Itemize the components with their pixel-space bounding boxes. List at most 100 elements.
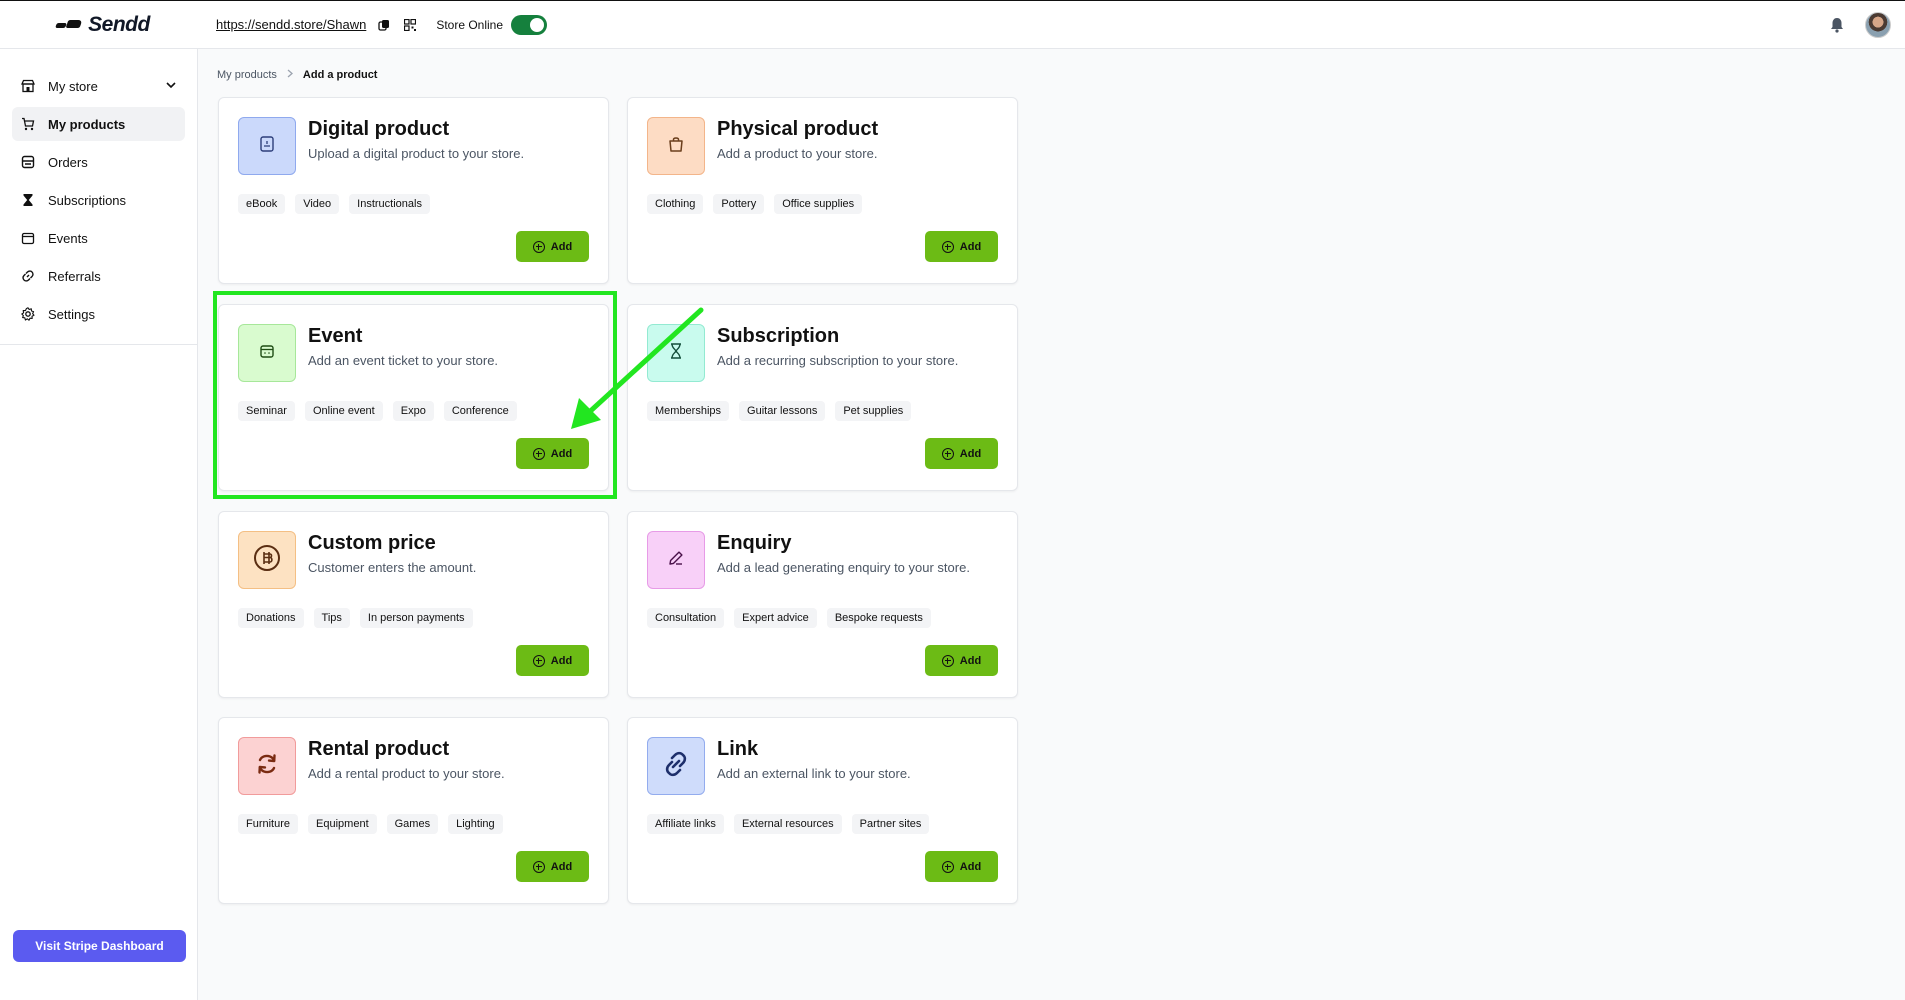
calendar-icon: [258, 342, 276, 365]
tag: Office supplies: [774, 194, 863, 214]
logo-text: Sendd: [88, 12, 150, 36]
sidebar-item-my-products[interactable]: My products: [12, 107, 185, 141]
card-title: Subscription: [717, 325, 840, 347]
sidebar-item-orders[interactable]: Orders: [12, 145, 185, 179]
add-physical-product-button[interactable]: Add: [925, 231, 998, 262]
tag: Games: [386, 814, 439, 834]
tag: In person payments: [359, 608, 473, 628]
pencil-icon: [667, 549, 685, 572]
sidebar-item-label: Referrals: [48, 268, 101, 284]
plus-circle-icon: [941, 654, 954, 667]
chain-link-icon: [661, 749, 691, 784]
sidebar-item-label: Settings: [48, 306, 95, 322]
copy-icon[interactable]: [376, 17, 392, 33]
tag: Tips: [313, 608, 350, 628]
chevron-down-icon[interactable]: [165, 79, 177, 94]
add-rental-product-button[interactable]: Add: [516, 851, 589, 882]
add-subscription-button[interactable]: Add: [925, 438, 998, 469]
tag: Expert advice: [734, 608, 817, 628]
breadcrumb: My products Add a product: [217, 69, 377, 81]
subscription-icon-tile: [647, 324, 705, 382]
plus-circle-icon: [532, 240, 545, 253]
sidebar-item-my-store[interactable]: My store: [12, 69, 185, 103]
add-button-label: Add: [959, 447, 982, 460]
tag: Donations: [238, 608, 304, 628]
product-type-card-link: Link Add an external link to your store.…: [627, 717, 1018, 904]
plus-circle-icon: [941, 860, 954, 873]
tag: Memberships: [647, 401, 730, 421]
link-icon-tile: [647, 737, 705, 795]
add-link-button[interactable]: Add: [925, 851, 998, 882]
sidebar-item-settings[interactable]: Settings: [12, 297, 185, 331]
physical-product-icon-tile: [647, 117, 705, 175]
digital-product-icon-tile: [238, 117, 296, 175]
card-description: Customer enters the amount.: [308, 560, 477, 575]
bell-icon[interactable]: [1829, 16, 1845, 34]
tag-list: Memberships Guitar lessons Pet supplies: [647, 401, 912, 421]
store-url-link[interactable]: https://sendd.store/Shawn: [216, 17, 366, 32]
sidebar-item-referrals[interactable]: Referrals: [12, 259, 185, 293]
add-button-label: Add: [959, 654, 982, 667]
top-bar: Sendd https://sendd.store/Shawn Store On…: [0, 0, 1905, 49]
card-description: Add a rental product to your store.: [308, 766, 505, 781]
shopping-bag-icon: [667, 135, 685, 158]
sidebar-item-events[interactable]: Events: [12, 221, 185, 255]
tag: Bespoke requests: [826, 608, 931, 628]
tag-list: Donations Tips In person payments: [238, 608, 473, 628]
hourglass-icon: [20, 192, 36, 208]
orders-icon: [20, 154, 36, 170]
enquiry-icon-tile: [647, 531, 705, 589]
card-description: Upload a digital product to your store.: [308, 146, 525, 161]
visit-stripe-dashboard-button[interactable]: Visit Stripe Dashboard: [13, 930, 186, 962]
product-type-card-physical: Physical product Add a product to your s…: [627, 97, 1018, 284]
tag: Consultation: [647, 608, 725, 628]
sidebar: My store My products Orders Subscription…: [0, 49, 198, 1000]
add-enquiry-button[interactable]: Add: [925, 645, 998, 676]
product-type-card-subscription: Subscription Add a recurring subscriptio…: [627, 304, 1018, 491]
tag: Conference: [443, 401, 517, 421]
add-button-label: Add: [550, 240, 573, 253]
tag: Furniture: [238, 814, 299, 834]
card-title: Enquiry: [717, 532, 792, 554]
tag: Partner sites: [851, 814, 930, 834]
tag-list: Seminar Online event Expo Conference: [238, 401, 517, 421]
calendar-icon: [20, 230, 36, 246]
tag: Seminar: [238, 401, 295, 421]
tag: Affiliate links: [647, 814, 724, 834]
tag: Video: [295, 194, 340, 214]
custom-price-icon-tile: [238, 531, 296, 589]
sidebar-item-label: My store: [48, 78, 98, 94]
breadcrumb-parent-link[interactable]: My products: [217, 69, 277, 81]
card-description: Add an event ticket to your store.: [308, 353, 499, 368]
sidebar-item-label: Subscriptions: [48, 192, 127, 208]
avatar[interactable]: [1865, 11, 1891, 38]
tag: External resources: [733, 814, 842, 834]
plus-circle-icon: [941, 240, 954, 253]
logo[interactable]: Sendd: [0, 13, 198, 37]
tag-list: Consultation Expert advice Bespoke reque…: [647, 608, 931, 628]
sidebar-item-subscriptions[interactable]: Subscriptions: [12, 183, 185, 217]
card-title: Rental product: [308, 738, 450, 760]
card-description: Add a lead generating enquiry to your st…: [717, 560, 970, 575]
tag: Pottery: [713, 194, 765, 214]
tag: Pet supplies: [835, 401, 912, 421]
store-icon: [20, 78, 36, 94]
add-button-label: Add: [959, 860, 982, 873]
tag-list: Furniture Equipment Games Lighting: [238, 814, 503, 834]
sidebar-item-label: Events: [48, 230, 88, 246]
add-digital-product-button[interactable]: Add: [516, 231, 589, 262]
tag: Equipment: [308, 814, 377, 834]
add-custom-price-button[interactable]: Add: [516, 645, 589, 676]
event-icon-tile: [238, 324, 296, 382]
add-button-label: Add: [550, 447, 573, 460]
store-online-toggle[interactable]: [511, 14, 548, 35]
sidebar-item-label: My products: [48, 116, 126, 132]
add-event-button[interactable]: Add: [516, 438, 589, 469]
card-title: Physical product: [717, 118, 879, 140]
chevron-right-icon: [286, 69, 294, 81]
refresh-icon: [254, 751, 280, 782]
product-type-card-digital: Digital product Upload a digital product…: [218, 97, 609, 284]
add-button-label: Add: [959, 240, 982, 253]
qr-code-icon[interactable]: [402, 17, 418, 33]
card-title: Event: [308, 325, 363, 347]
